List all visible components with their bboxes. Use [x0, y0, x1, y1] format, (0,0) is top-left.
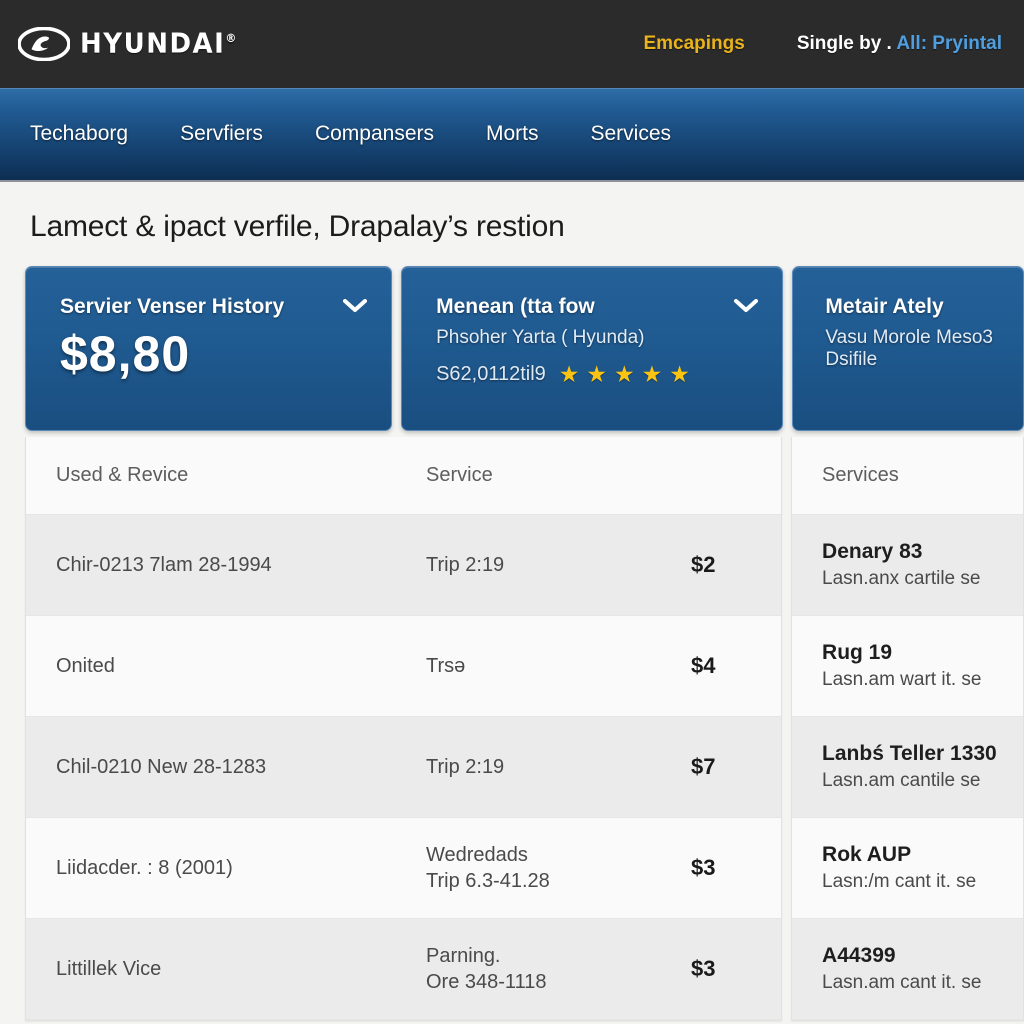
services-column-header: Services	[792, 437, 1023, 515]
column-header-services: Services	[822, 464, 899, 486]
card-title: Menean (tta fow	[436, 295, 595, 318]
card-metair-ately[interactable]: Metair Ately Vasu Morole Meso3 Dsifile	[792, 266, 1024, 431]
cell-service-line1: Wedredads	[426, 843, 528, 866]
list-item[interactable]: Denary 83 Lasn.anx cartile se	[792, 515, 1023, 616]
table-header-row: Used & Revice Service	[26, 437, 782, 515]
card-price: S62,0112til9	[436, 363, 546, 385]
cell-service-line1: Trip 2:19	[426, 755, 505, 778]
card-menean[interactable]: Menean (tta fow Phsoher Yarta ( Hyunda) …	[401, 266, 784, 431]
cell-service-line2: Trip 6.3-41.28	[426, 869, 550, 892]
card-title: Metair Ately	[825, 295, 944, 318]
star-icon: ★	[558, 361, 580, 387]
tables-area: Used & Revice Service Chir-0213 7lam 28-…	[0, 437, 1024, 1021]
main-content: Lamect & ipact verfile, Drapalay’s resti…	[0, 182, 1024, 1024]
list-item-desc: Lasn.am wart it. se	[822, 669, 982, 690]
nav-item-techaborg[interactable]: Techaborg	[30, 122, 128, 146]
table-row[interactable]: Onited Trsə $4	[26, 616, 782, 717]
nav-item-servfiers[interactable]: Servfiers	[180, 122, 263, 146]
nav-item-compansers[interactable]: Compansers	[315, 122, 434, 146]
cell-used-revice: Onited	[56, 654, 115, 677]
brand-wordmark: HYUNDAI®	[80, 28, 237, 60]
cell-used-revice: Littillek Vice	[56, 957, 162, 980]
list-item-desc: Lasn.anx cartile se	[822, 568, 981, 589]
list-item[interactable]: Lanbś Teller 1330 Lasn.am cantile se	[792, 717, 1023, 818]
cell-price: $4	[691, 653, 716, 678]
list-item[interactable]: Rok AUP Lasn:/m cant it. se	[792, 818, 1023, 919]
star-icon: ★	[614, 361, 635, 387]
card-value: $8,80	[60, 326, 191, 382]
nav-item-services[interactable]: Services	[591, 122, 672, 146]
card-servier-venser-history[interactable]: Servier Venser History $8,80	[25, 266, 393, 431]
main-navigation: Techaborg Servfiers Compansers Morts Ser…	[0, 88, 1024, 182]
list-item-desc: Lasn.am cantile se	[822, 770, 981, 791]
chevron-down-icon[interactable]	[734, 299, 759, 313]
cell-used-revice: Chil-0210 New 28-1283	[56, 755, 267, 778]
services-list-panel: Services Denary 83 Lasn.anx cartile se R…	[791, 437, 1024, 1021]
list-item-title: Lanbś Teller 1330	[822, 742, 997, 765]
card-title: Servier Venser History	[60, 295, 285, 318]
brand-logo[interactable]: HYUNDAI®	[18, 27, 236, 61]
cell-service: Trip 2:19	[426, 554, 691, 577]
cell-price: $3	[691, 855, 716, 880]
hyundai-oval-logo-icon	[18, 27, 70, 61]
top-link-signin-group[interactable]: Single by . All: Pryintal	[797, 33, 1002, 55]
cell-service: Parning. Ore 348-1118	[426, 945, 691, 994]
table-row[interactable]: Chil-0210 New 28-1283 Trip 2:19 $7	[26, 717, 782, 818]
registered-mark: ®	[225, 31, 237, 46]
cell-service-line2: Ore 348-1118	[426, 970, 547, 993]
top-link-emcapings[interactable]: Emcapings	[643, 33, 744, 55]
cell-service-line1: Trsə	[426, 654, 466, 677]
card-price-rating-row: S62,0112til9 ★ ★ ★ ★ ★	[436, 363, 758, 386]
table-row[interactable]: Littillek Vice Parning. Ore 348-1118 $3	[26, 919, 782, 1020]
top-bar: HYUNDAI® Emcapings Single by . All: Pryi…	[0, 0, 1024, 88]
page-title: Lamect & ipact verfile, Drapalay’s resti…	[30, 210, 565, 243]
card-header: Servier Venser History	[60, 295, 368, 319]
top-link-white-part: Single by .	[796, 33, 892, 54]
summary-cards: Servier Venser History $8,80 Menean (tta…	[0, 266, 1024, 431]
cell-service-line1: Parning.	[426, 944, 501, 967]
cell-price: $2	[691, 552, 716, 577]
page-root: HYUNDAI® Emcapings Single by . All: Pryi…	[0, 0, 1024, 1024]
cell-service-line1: Trip 2:19	[426, 553, 505, 576]
cell-price: $3	[691, 956, 716, 981]
card-subtitle: Vasu Morole Meso3	[825, 327, 993, 348]
cell-service: Trip 2:19	[426, 756, 691, 779]
table-row[interactable]: Chir-0213 7lam 28-1994 Trip 2:19 $2	[26, 515, 782, 616]
service-history-table: Used & Revice Service Chir-0213 7lam 28-…	[25, 437, 783, 1021]
list-item-desc: Lasn.am cant it. se	[822, 972, 982, 993]
cell-used-revice: Liidacder. : 8 (2001)	[56, 856, 233, 879]
list-item-title: A44399	[822, 944, 896, 967]
cell-used-revice: Chir-0213 7lam 28-1994	[56, 553, 272, 576]
table-row[interactable]: Liidacder. : 8 (2001) Wedredads Trip 6.3…	[26, 818, 782, 919]
cell-service: Wedredads Trip 6.3-41.28	[426, 844, 691, 893]
column-header-used-revice: Used & Revice	[56, 464, 189, 486]
star-icon: ★	[641, 361, 663, 387]
cell-price: $7	[691, 754, 716, 779]
list-item-title: Denary 83	[822, 540, 923, 563]
nav-item-morts[interactable]: Morts	[486, 122, 539, 146]
rating-stars: ★ ★ ★ ★ ★	[559, 363, 690, 386]
chevron-down-icon[interactable]	[343, 299, 368, 313]
list-item[interactable]: A44399 Lasn.am cant it. se	[792, 919, 1023, 1020]
cell-service: Trsə	[426, 655, 691, 678]
card-header: Menean (tta fow	[436, 295, 759, 319]
star-icon: ★	[586, 361, 608, 387]
list-item-title: Rok AUP	[822, 843, 912, 866]
card-subtitle-2: Dsifile	[825, 349, 878, 370]
star-icon: ★	[669, 361, 690, 387]
column-header-service: Service	[426, 464, 493, 486]
list-item-desc: Lasn:/m cant it. se	[822, 871, 977, 892]
card-subtitle: Phsoher Yarta ( Hyunda)	[436, 327, 645, 348]
top-bar-links: Emcapings Single by . All: Pryintal	[643, 33, 1002, 55]
card-header: Metair Ately	[825, 295, 999, 319]
list-item[interactable]: Rug 19 Lasn.am wart it. se	[792, 616, 1023, 717]
top-link-blue-part[interactable]: All: Pryintal	[896, 33, 1002, 54]
list-item-title: Rug 19	[822, 641, 893, 664]
